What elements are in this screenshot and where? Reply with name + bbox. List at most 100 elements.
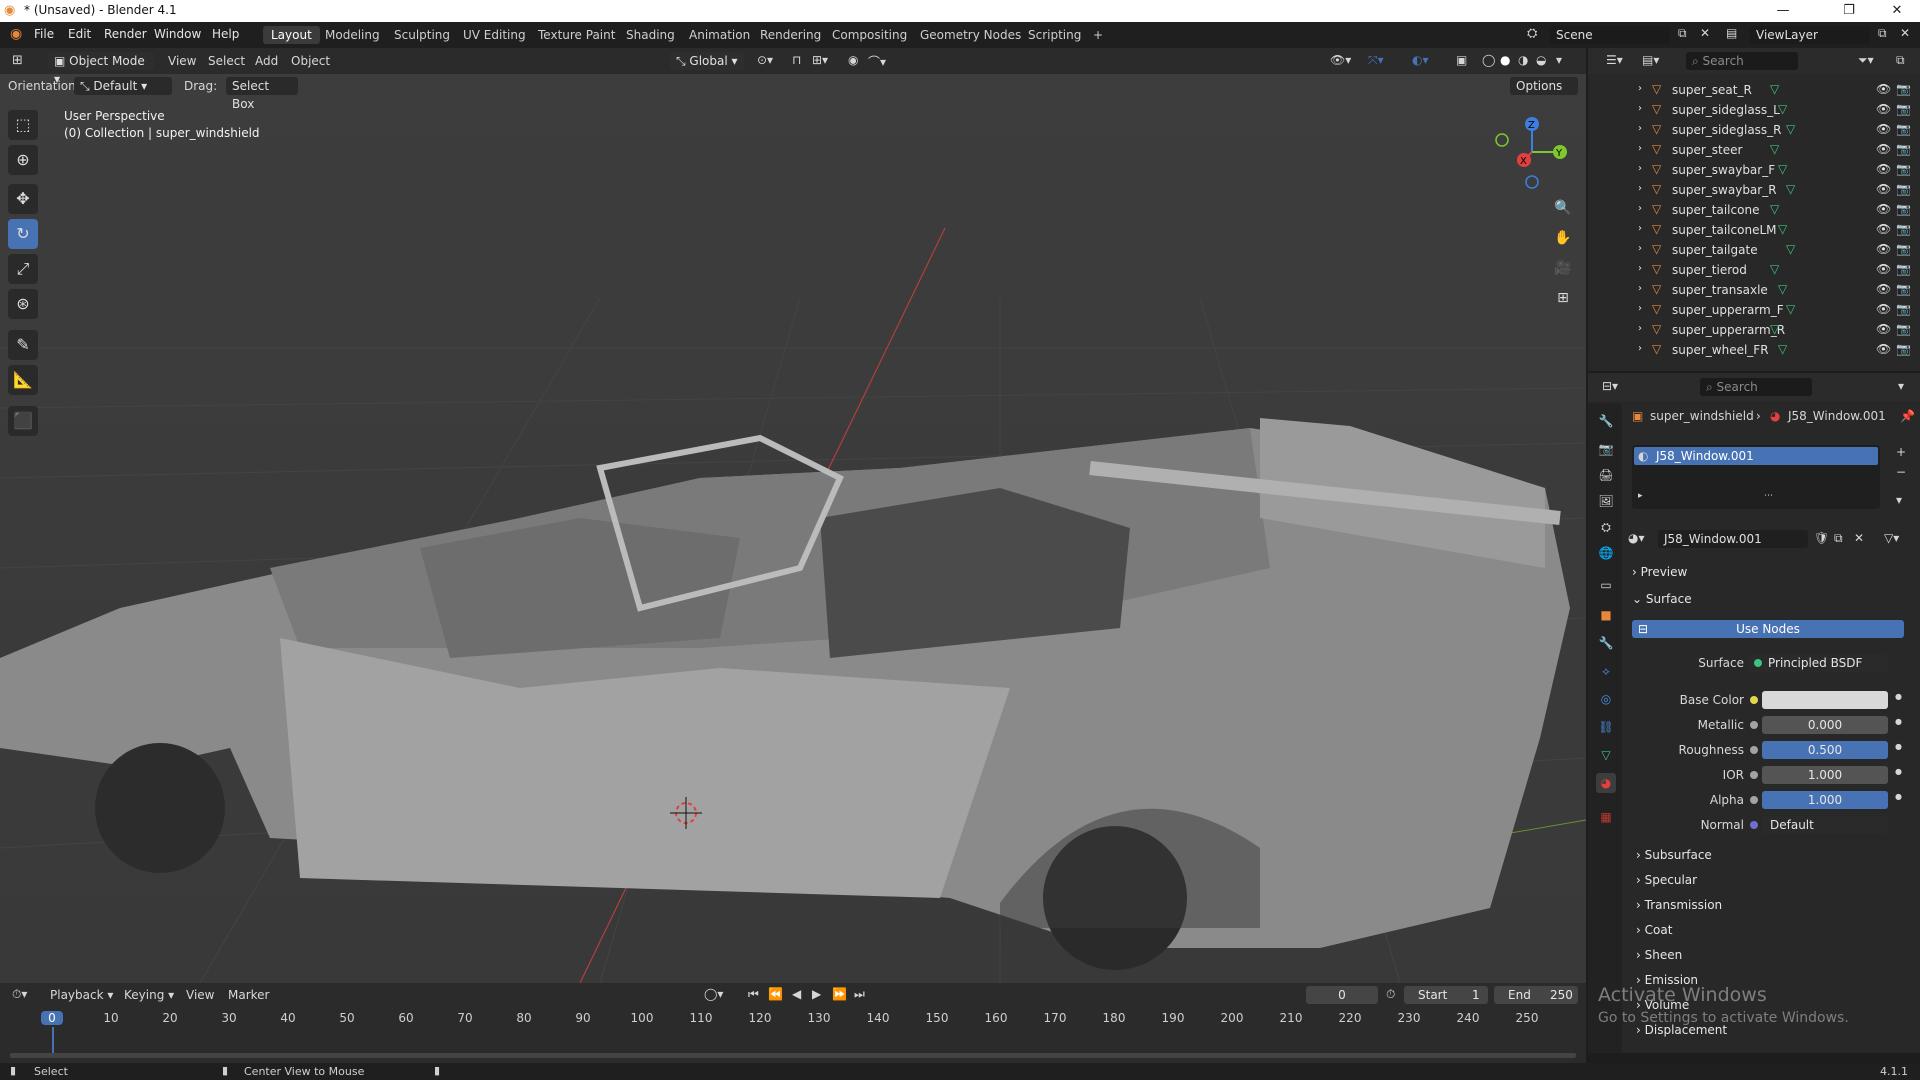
visibility-eye-icon[interactable]: 👁 [1876,122,1891,136]
view-layer-icon[interactable]: ▤ [1726,26,1737,40]
view-layer-selector[interactable]: ViewLayer [1750,26,1870,44]
slot-specials-icon[interactable]: ▾ [1896,493,1902,507]
collection-tab-icon[interactable]: ▭ [1596,575,1616,595]
tab-modeling[interactable]: Modeling [317,26,388,44]
output-tab-icon[interactable]: 🖨 [1596,465,1616,485]
outliner-row[interactable]: › ▽ super_tailcone ▽ 👁 📷 [1588,200,1920,220]
outliner-row[interactable]: › ▽ super_upperarm_F ▽ 👁 📷 [1588,300,1920,320]
visibility-eye-icon[interactable]: 👁 [1876,162,1891,176]
input-field[interactable]: 1.000 [1762,766,1888,784]
overlay-toggle-icon[interactable]: ◐▾ [1412,53,1429,67]
navigation-gizmo[interactable]: Z Y X [1490,110,1570,190]
display-mode-icon[interactable]: ▤▾ [1642,53,1659,67]
expand-chevron-icon[interactable]: › [1638,103,1642,114]
maximize-button[interactable]: ❐ [1826,0,1872,22]
input-field[interactable]: Default [1762,816,1888,834]
unlink-material-icon[interactable]: ✕ [1854,531,1864,545]
expand-chevron-icon[interactable]: › [1638,283,1642,294]
resize-handle-icon[interactable]: ⋯ [1764,491,1773,501]
orientation-dropdown[interactable]: ⤡ Default ▾ [74,77,172,95]
select-box-tool[interactable]: ⬚ [8,110,38,140]
subpanel-header[interactable]: › Specular [1636,869,1916,891]
expand-chevron-icon[interactable]: › [1638,303,1642,314]
jump-end-icon[interactable]: ⏭ [854,987,865,1002]
object-tab-icon[interactable]: ■ [1596,605,1616,625]
expand-chevron-icon[interactable]: › [1638,143,1642,154]
tool-tab-icon[interactable]: 🔧 [1596,411,1616,431]
wireframe-shading-icon[interactable]: ◯ [1482,53,1495,67]
remove-slot-icon[interactable]: − [1896,465,1906,479]
annotate-tool[interactable]: ✎ [8,330,38,360]
render-camera-icon[interactable]: 📷 [1896,262,1911,276]
preview-range-icon[interactable]: ⏱ [1386,987,1395,1002]
render-camera-icon[interactable]: 📷 [1896,322,1911,336]
outliner-row[interactable]: › ▽ super_sideglass_L ▽ 👁 📷 [1588,100,1920,120]
snap-target-icon[interactable]: ⊞▾ [812,53,828,67]
scale-tool[interactable]: ⤢ [8,254,38,284]
breadcrumb-material[interactable]: J58_Window.001 [1788,409,1886,423]
timeline-menu-marker[interactable]: Marker [228,988,269,1002]
menu-edit[interactable]: Edit [68,27,91,41]
transform-tool[interactable]: ⊛ [8,289,38,319]
outliner-row[interactable]: › ▽ super_tailconeLM ▽ 👁 📷 [1588,220,1920,240]
expand-chevron-icon[interactable]: › [1638,263,1642,274]
tab-geometry-nodes[interactable]: Geometry Nodes [912,26,1029,44]
visibility-eye-icon[interactable]: 👁 [1876,302,1891,316]
keyframe-dot-icon[interactable]: ● [1895,742,1902,751]
keyframe-dot-icon[interactable]: ● [1895,717,1902,726]
move-tool[interactable]: ✥ [8,184,38,214]
menu-file[interactable]: File [34,27,54,41]
auto-keying-icon[interactable]: ◯▾ [704,987,723,1001]
render-camera-icon[interactable]: 📷 [1896,82,1911,96]
outliner-row[interactable]: › ▽ super_swaybar_F ▽ 👁 📷 [1588,160,1920,180]
new-scene-icon[interactable]: ⧉ [1678,26,1687,41]
expand-chevron-icon[interactable]: › [1638,163,1642,174]
tab-shading[interactable]: Shading [618,26,683,44]
render-tab-icon[interactable]: 📷 [1596,439,1616,459]
outliner-row[interactable]: › ▽ super_upperarm_R ▽ 👁 📷 [1588,320,1920,340]
timeline-scrollbar[interactable] [10,1053,1576,1058]
visibility-eye-icon[interactable]: 👁 [1876,182,1891,196]
jump-start-icon[interactable]: ⏮ [748,987,759,1002]
scene-icon[interactable]: ⛭ [1527,26,1537,41]
outliner-row[interactable]: › ▽ super_seat_R ▽ 👁 📷 [1588,80,1920,100]
timeline-ruler[interactable]: 0 10 20 30 40 50 60 70 80 90 100 110 120 130 140 150 160… [0,1009,1586,1053]
subpanel-header[interactable]: › Transmission [1636,894,1916,916]
texture-tab-icon[interactable]: ▦ [1596,807,1616,827]
minimize-button[interactable]: — [1760,0,1806,22]
use-nodes-button[interactable]: ⊟ Use Nodes [1632,620,1904,638]
visibility-eye-icon[interactable]: 👁 [1876,102,1891,116]
snap-icon[interactable]: ⊓ [792,53,801,67]
material-shading-icon[interactable]: ◑ [1518,53,1528,67]
render-camera-icon[interactable]: 📷 [1896,342,1911,356]
expand-chevron-icon[interactable]: › [1638,243,1642,254]
material-slot-item[interactable]: ◐ J58_Window.001 [1634,447,1878,465]
render-camera-icon[interactable]: 📷 [1896,302,1911,316]
proportional-edit-icon[interactable]: ◉ [848,53,858,67]
transform-orientation-dropdown[interactable]: ⤡ Global ▾ [670,52,744,70]
viewport-menu-object[interactable]: Object [291,54,330,68]
camera-view-icon[interactable]: 🎥 [1551,256,1575,280]
start-frame-field[interactable]: Start 1 [1404,986,1488,1004]
blender-menu-icon[interactable]: ◉ [10,26,22,42]
expand-chevron-icon[interactable]: › [1638,83,1642,94]
properties-editor-icon[interactable]: ⊟▾ [1602,379,1618,393]
new-collection-icon[interactable]: ⧉ [1896,53,1905,68]
visibility-eye-icon[interactable]: 👁 [1876,322,1891,336]
outliner-row[interactable]: › ▽ super_tierod ▽ 👁 📷 [1588,260,1920,280]
render-camera-icon[interactable]: 📷 [1896,242,1911,256]
modifier-tab-icon[interactable]: 🔧 [1596,633,1616,653]
keyframe-dot-icon[interactable]: ● [1895,767,1902,776]
surface-panel-header[interactable]: ⌄ Surface [1632,588,1912,610]
properties-search-input[interactable]: ⌕ Search [1700,378,1812,396]
subpanel-header[interactable]: › Subsurface [1636,844,1916,866]
add-workspace-button[interactable]: + [1085,26,1111,44]
end-frame-field[interactable]: End 250 [1494,986,1578,1004]
visibility-eye-icon[interactable]: 👁 [1876,202,1891,216]
subpanel-header[interactable]: › Coat [1636,919,1916,941]
solid-shading-icon[interactable]: ● [1500,53,1510,67]
breadcrumb-object[interactable]: super_windshield [1650,409,1754,423]
rotate-tool[interactable]: ↻ [8,219,38,249]
visibility-eye-icon[interactable]: 👁 [1876,242,1891,256]
visibility-eye-icon[interactable]: 👁 [1876,262,1891,276]
